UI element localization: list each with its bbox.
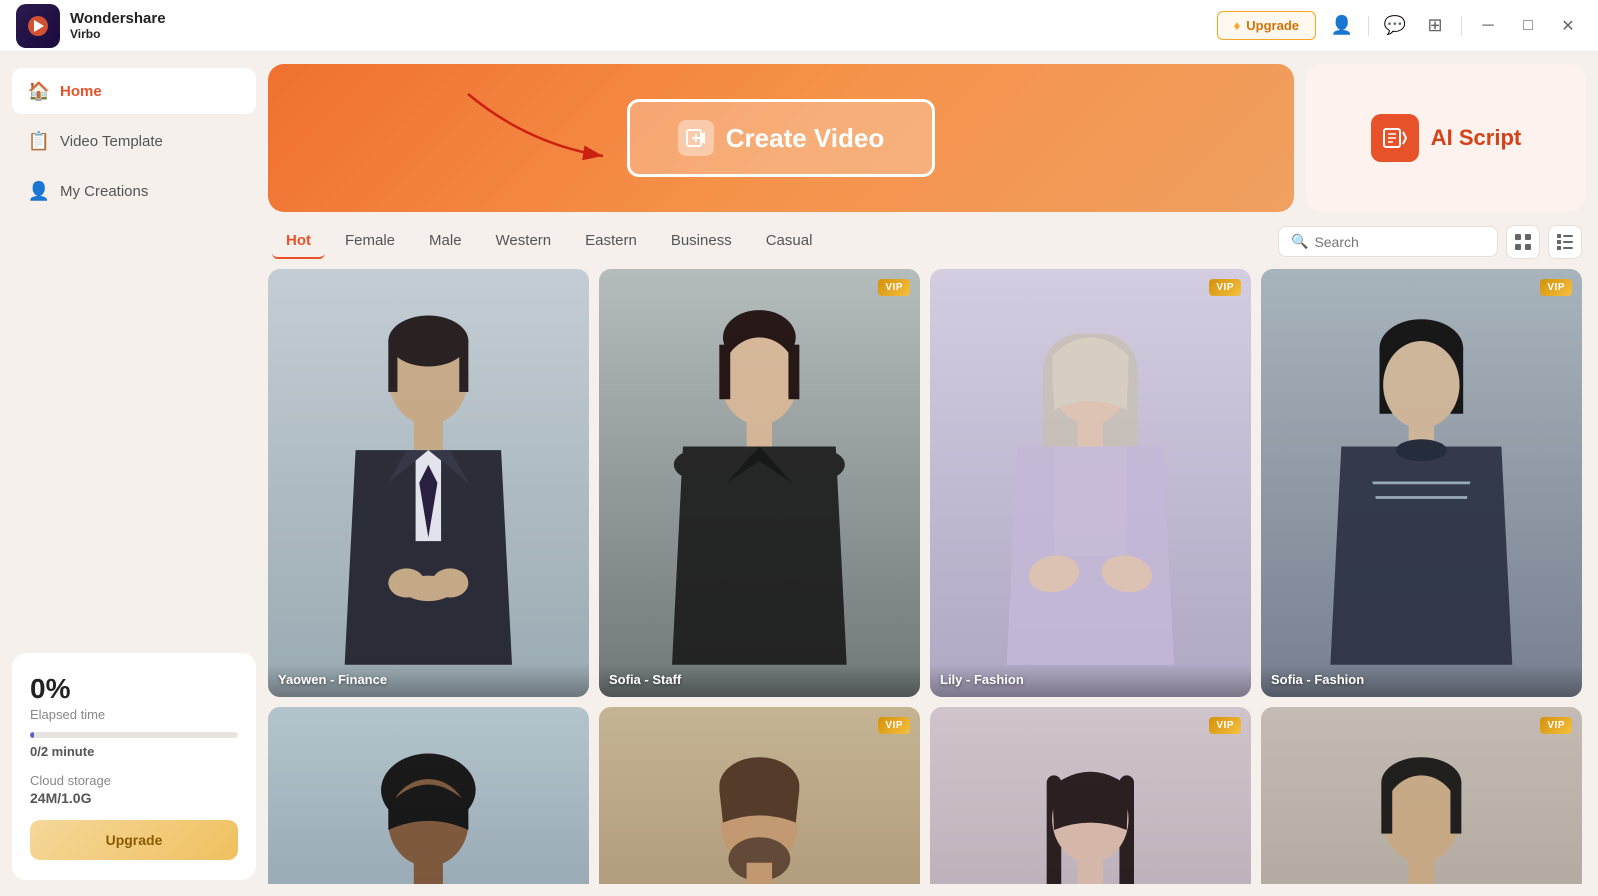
list-view-button[interactable]: [1548, 225, 1582, 259]
avatar-card-row2d[interactable]: VIP: [1261, 707, 1582, 884]
grid-view-button[interactable]: [1506, 225, 1540, 259]
app-title-block: Wondershare Virbo: [70, 10, 166, 41]
filter-tab-female[interactable]: Female: [331, 224, 409, 259]
avatar-card-row2b[interactable]: VIP: [599, 707, 920, 884]
chat-icon[interactable]: 💬: [1381, 12, 1409, 40]
avatar-grid: Yaowen - Finance VIP: [268, 269, 1586, 884]
app-logo: Wondershare Virbo: [16, 4, 1217, 48]
avatar-card-sofia1[interactable]: VIP: [599, 269, 920, 697]
avatar-card-sofia2[interactable]: VIP: [1261, 269, 1582, 697]
avatar-sofia2-image: [1261, 269, 1582, 697]
avatar-card-row2c[interactable]: VIP: [930, 707, 1251, 884]
sidebar-item-video-template[interactable]: 📋 Video Template: [12, 118, 256, 164]
search-input[interactable]: [1314, 234, 1485, 250]
progress-fill: [30, 732, 34, 738]
sidebar-item-creations-label: My Creations: [60, 183, 148, 200]
avatar-row2c-image: [930, 707, 1251, 884]
time-value: 0/2 minute: [30, 744, 238, 759]
app-subtitle: Virbo: [70, 27, 166, 41]
avatar-yaowen-name: Yaowen - Finance: [268, 664, 589, 697]
sidebar: 🏠 Home 📋 Video Template 👤 My Creations 0…: [0, 52, 268, 896]
avatar-card-yaowen[interactable]: Yaowen - Finance: [268, 269, 589, 697]
create-video-button[interactable]: Create Video: [627, 99, 935, 177]
video-template-icon: 📋: [28, 130, 50, 152]
search-area: 🔍: [1278, 225, 1582, 259]
avatar-sofia1-image: [599, 269, 920, 697]
sidebar-item-my-creations[interactable]: 👤 My Creations: [12, 168, 256, 214]
sidebar-item-home-label: Home: [60, 83, 102, 100]
main-layout: 🏠 Home 📋 Video Template 👤 My Creations 0…: [0, 52, 1598, 896]
filter-tab-casual[interactable]: Casual: [752, 224, 827, 259]
user-icon[interactable]: 👤: [1328, 12, 1356, 40]
search-box[interactable]: 🔍: [1278, 226, 1498, 257]
storage-value: 24M/1.0G: [30, 790, 238, 806]
close-button[interactable]: ✕: [1554, 12, 1582, 40]
avatar-card-lily[interactable]: VIP: [930, 269, 1251, 697]
titlebar: Wondershare Virbo ♦ Upgrade 👤 💬 ⊞ ─ □ ✕: [0, 0, 1598, 52]
sidebar-item-home[interactable]: 🏠 Home: [12, 68, 256, 114]
sidebar-upgrade-button[interactable]: Upgrade: [30, 820, 238, 860]
elapsed-label: Elapsed time: [30, 707, 238, 722]
search-icon: 🔍: [1291, 233, 1308, 250]
logo-icon: [16, 4, 60, 48]
avatar-row2a-image: [268, 707, 589, 884]
ai-script-icon: [1371, 114, 1419, 162]
titlebar-right: ♦ Upgrade 👤 💬 ⊞ ─ □ ✕: [1217, 11, 1582, 40]
create-video-label: Create Video: [726, 123, 884, 154]
home-icon: 🏠: [28, 80, 50, 102]
avatar-lily-name: Lily - Fashion: [930, 664, 1251, 697]
titlebar-divider: [1368, 16, 1369, 36]
avatar-row2b-image: [599, 707, 920, 884]
upgrade-label: Upgrade: [1246, 18, 1299, 33]
titlebar-divider-2: [1461, 16, 1462, 36]
upgrade-button[interactable]: ♦ Upgrade: [1217, 11, 1316, 40]
filter-tab-eastern[interactable]: Eastern: [571, 224, 651, 259]
sidebar-item-video-label: Video Template: [60, 133, 163, 150]
filter-tab-western[interactable]: Western: [482, 224, 566, 259]
filter-tab-male[interactable]: Male: [415, 224, 476, 259]
avatar-yaowen-image: [268, 269, 589, 697]
create-video-icon: [678, 120, 714, 156]
hero-banner: Create Video: [268, 64, 1294, 212]
filter-tab-hot[interactable]: Hot: [272, 224, 325, 259]
diamond-icon: ♦: [1234, 18, 1241, 33]
elapsed-percent: 0%: [30, 673, 238, 705]
progress-bar: [30, 732, 238, 738]
filter-tabs: Hot Female Male Western Eastern Business: [272, 224, 1278, 259]
storage-label: Cloud storage: [30, 773, 238, 788]
avatar-card-row2a[interactable]: [268, 707, 589, 884]
content-area: Create Video AI Script: [268, 52, 1598, 896]
avatar-lily-image: [930, 269, 1251, 697]
minimize-button[interactable]: ─: [1474, 12, 1502, 40]
avatar-sofia2-name: Sofia - Fashion: [1261, 664, 1582, 697]
hero-main: Create Video: [292, 99, 1270, 177]
maximize-button[interactable]: □: [1514, 12, 1542, 40]
avatar-sofia1-name: Sofia - Staff: [599, 664, 920, 697]
grid-icon[interactable]: ⊞: [1421, 12, 1449, 40]
my-creations-icon: 👤: [28, 180, 50, 202]
ai-script-panel[interactable]: AI Script: [1306, 64, 1586, 212]
sidebar-stats-panel: 0% Elapsed time 0/2 minute Cloud storage…: [12, 653, 256, 880]
filter-row: Hot Female Male Western Eastern Business: [268, 224, 1586, 259]
avatar-row2d-image: [1261, 707, 1582, 884]
ai-script-label: AI Script: [1431, 125, 1521, 151]
app-title: Wondershare: [70, 10, 166, 27]
filter-tab-business[interactable]: Business: [657, 224, 746, 259]
